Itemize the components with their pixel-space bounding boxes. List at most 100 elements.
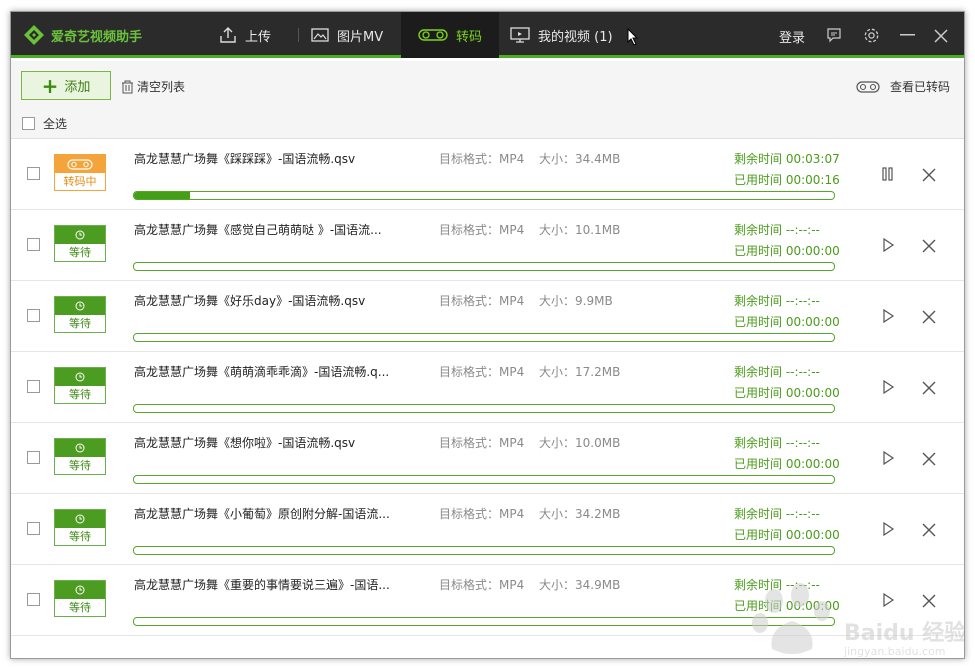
view-transcoded-button[interactable]: 查看已转码 bbox=[856, 78, 950, 95]
upload-icon bbox=[220, 27, 236, 43]
remaining-time: 剩余时间 --:--:-- bbox=[734, 365, 820, 379]
task-row: 等待 高龙慧慧广场舞《萌萌滴乖乖滴》-国语流畅.q... 目标格式：MP4 大小… bbox=[11, 352, 964, 423]
status-badge: 等待 bbox=[54, 225, 106, 262]
feedback-icon[interactable] bbox=[826, 27, 842, 43]
status-label: 等待 bbox=[69, 388, 91, 401]
close-icon[interactable] bbox=[934, 29, 948, 43]
watermark-url: jingyan.baidu.com bbox=[844, 645, 946, 658]
select-all-checkbox[interactable]: 全选 bbox=[22, 115, 67, 132]
transcode-list: 转码中 高龙慧慧广场舞《踩踩踩》-国语流畅.qsv 目标格式：MP4 大小：34… bbox=[11, 139, 964, 636]
remove-button[interactable] bbox=[922, 238, 936, 253]
target-format: 目标格式：MP4 bbox=[439, 578, 525, 592]
target-format: 目标格式：MP4 bbox=[439, 365, 525, 379]
plus-icon: + bbox=[41, 73, 59, 98]
progress-bar bbox=[133, 191, 835, 200]
task-row: 等待 高龙慧慧广场舞《好乐day》-国语流畅.qsv 目标格式：MP4 大小：9… bbox=[11, 281, 964, 352]
file-size: 大小：17.2MB bbox=[539, 365, 621, 379]
progress-bar bbox=[133, 546, 835, 555]
add-button[interactable]: + 添加 bbox=[21, 71, 111, 100]
task-row: 等待 高龙慧慧广场舞《重要的事情要说三遍》-国语... 目标格式：MP4 大小：… bbox=[11, 565, 964, 636]
start-button[interactable] bbox=[881, 521, 895, 537]
status-badge: 转码中 bbox=[54, 154, 106, 191]
remove-button[interactable] bbox=[922, 167, 936, 182]
cursor-icon bbox=[627, 28, 639, 46]
file-name: 高龙慧慧广场舞《重要的事情要说三遍》-国语... bbox=[134, 578, 390, 592]
clock-icon bbox=[75, 230, 85, 240]
status-badge: 等待 bbox=[54, 438, 106, 475]
task-row: 等待 高龙慧慧广场舞《想你啦》-国语流畅.qsv 目标格式：MP4 大小：10.… bbox=[11, 423, 964, 494]
file-name: 高龙慧慧广场舞《好乐day》-国语流畅.qsv bbox=[134, 294, 366, 308]
play-icon bbox=[883, 521, 895, 537]
file-name: 高龙慧慧广场舞《感觉自己萌萌哒 》-国语流... bbox=[134, 223, 382, 237]
tab-label: 上传 bbox=[245, 29, 272, 45]
elapsed-time: 已用时间 00:00:00 bbox=[734, 315, 840, 329]
tab-image-mv[interactable]: 图片MV bbox=[311, 12, 401, 58]
play-icon bbox=[883, 379, 895, 395]
remove-button[interactable] bbox=[922, 380, 936, 395]
status-badge: 等待 bbox=[54, 580, 106, 617]
file-name: 高龙慧慧广场舞《踩踩踩》-国语流畅.qsv bbox=[134, 152, 356, 166]
start-button[interactable] bbox=[881, 308, 895, 324]
status-badge: 等待 bbox=[54, 296, 106, 333]
file-name: 高龙慧慧广场舞《萌萌滴乖乖滴》-国语流畅.q... bbox=[134, 365, 390, 379]
row-checkbox[interactable] bbox=[27, 593, 40, 606]
transcode-icon bbox=[418, 29, 448, 41]
row-checkbox[interactable] bbox=[27, 309, 40, 322]
clock-icon bbox=[75, 372, 85, 382]
clear-list-label: 清空列表 bbox=[137, 80, 186, 94]
remove-button[interactable] bbox=[922, 522, 936, 537]
status-badge: 等待 bbox=[54, 509, 106, 546]
checkbox-box[interactable] bbox=[22, 117, 35, 130]
row-checkbox[interactable] bbox=[27, 451, 40, 464]
login-link[interactable]: 登录 bbox=[779, 27, 805, 46]
app-window: 爱奇艺视频助手 上传 图片MV 转码 我的视频 (1) 登录 + 添加 清空列表… bbox=[10, 11, 965, 659]
start-button[interactable] bbox=[881, 379, 895, 395]
select-all-label: 全选 bbox=[43, 117, 68, 131]
status-label: 等待 bbox=[69, 530, 91, 543]
clock-icon bbox=[75, 514, 85, 524]
target-format: 目标格式：MP4 bbox=[439, 294, 525, 308]
row-checkbox[interactable] bbox=[27, 522, 40, 535]
tab-label: 图片MV bbox=[337, 29, 384, 45]
start-button[interactable] bbox=[881, 450, 895, 466]
title-bar: 爱奇艺视频助手 上传 图片MV 转码 我的视频 (1) 登录 bbox=[11, 12, 964, 58]
close-icon bbox=[922, 381, 936, 395]
minimize-icon[interactable] bbox=[900, 34, 915, 37]
start-button[interactable] bbox=[881, 237, 895, 253]
status-badge: 等待 bbox=[54, 367, 106, 404]
close-icon bbox=[922, 168, 936, 182]
play-icon bbox=[883, 308, 895, 324]
tab-transcode[interactable]: 转码 bbox=[401, 12, 499, 58]
remove-button[interactable] bbox=[922, 309, 936, 324]
remaining-time: 剩余时间 --:--:-- bbox=[734, 223, 820, 237]
remaining-time: 剩余时间 --:--:-- bbox=[734, 294, 820, 308]
start-button[interactable] bbox=[881, 592, 895, 608]
play-icon bbox=[883, 237, 895, 253]
remove-button[interactable] bbox=[922, 593, 936, 608]
close-icon bbox=[922, 594, 936, 608]
iqiyi-logo-icon bbox=[23, 24, 45, 46]
remaining-time: 剩余时间 --:--:-- bbox=[734, 436, 820, 450]
row-checkbox[interactable] bbox=[27, 167, 40, 180]
add-button-label: 添加 bbox=[64, 80, 91, 95]
file-size: 大小：10.1MB bbox=[539, 223, 621, 237]
pause-button[interactable] bbox=[881, 166, 895, 181]
row-checkbox[interactable] bbox=[27, 238, 40, 251]
status-label: 等待 bbox=[69, 246, 91, 259]
row-checkbox[interactable] bbox=[27, 380, 40, 393]
app-title: 爱奇艺视频助手 bbox=[51, 29, 143, 45]
tab-my-videos[interactable]: 我的视频 (1) bbox=[510, 12, 630, 58]
status-label: 转码中 bbox=[63, 175, 97, 188]
clear-list-button[interactable]: 清空列表 bbox=[121, 78, 185, 95]
elapsed-time: 已用时间 00:00:00 bbox=[734, 528, 840, 542]
app-logo: 爱奇艺视频助手 bbox=[23, 24, 142, 46]
file-size: 大小：9.9MB bbox=[539, 294, 613, 308]
task-row: 转码中 高龙慧慧广场舞《踩踩踩》-国语流畅.qsv 目标格式：MP4 大小：34… bbox=[11, 139, 964, 210]
remove-button[interactable] bbox=[922, 451, 936, 466]
gear-icon[interactable] bbox=[863, 27, 880, 44]
close-icon bbox=[922, 310, 936, 324]
task-row: 等待 高龙慧慧广场舞《小葡萄》原创附分解-国语流... 目标格式：MP4 大小：… bbox=[11, 494, 964, 565]
transcode-icon bbox=[856, 80, 880, 93]
target-format: 目标格式：MP4 bbox=[439, 152, 525, 166]
tab-upload[interactable]: 上传 bbox=[219, 12, 305, 58]
